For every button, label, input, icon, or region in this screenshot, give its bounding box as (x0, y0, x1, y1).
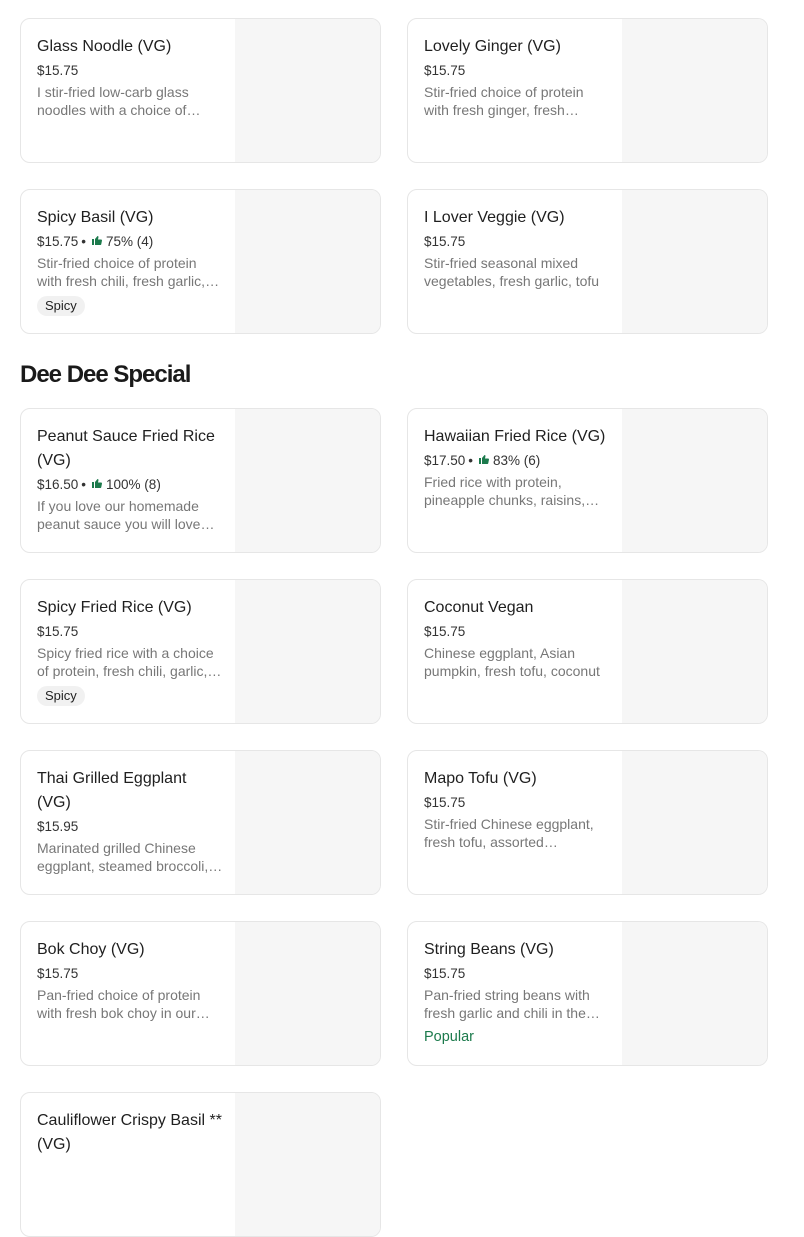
menu-item-description: Chinese eggplant, Asian pumpkin, fresh t… (424, 645, 600, 679)
menu-item-description: Pan-fried string beans with fresh garlic… (424, 987, 590, 1021)
menu-item-image (235, 580, 380, 723)
menu-item-image (622, 409, 767, 552)
menu-item-meta: $15.75 (37, 964, 223, 984)
menu-item-body: Bok Choy (VG) $15.75 Pan-fried choice of p… (37, 938, 223, 1022)
menu-item-image (235, 1093, 380, 1236)
menu-item-card[interactable]: Lovely Ginger (VG) $15.75 Stir-fried choic… (407, 18, 768, 163)
menu-item-description: Fried rice with protein, pineapple chunk… (424, 474, 586, 508)
menu-item-price: $15.75 (424, 966, 466, 981)
menu-item-rating: 75% (4) (106, 234, 154, 249)
menu-item-card[interactable]: Glass Noodle (VG) $15.75 I stir-fried low-… (20, 18, 381, 163)
menu-item-body: Peanut Sauce Fried Rice (VG) $16.50 • 100% … (37, 425, 223, 533)
menu-item-price: $15.75 (37, 966, 79, 981)
menu-item-card[interactable]: String Beans (VG) $15.75 Pan-fried string … (407, 921, 768, 1066)
menu-item-card[interactable]: Hawaiian Fried Rice (VG) $17.50 • 83% (6) Fr… (407, 408, 768, 553)
menu-item-image (235, 190, 380, 333)
menu-item-meta: $17.50 • 83% (6) (424, 451, 610, 471)
menu-item-description: I stir-fried low-carb glass noodles with… (37, 84, 189, 118)
menu-item-card[interactable]: Cauliflower Crispy Basil **(VG) (20, 1092, 381, 1237)
separator-dot: • (468, 453, 474, 468)
menu-item-title: I Lover Veggie (VG) (424, 209, 565, 226)
menu-item-body: Glass Noodle (VG) $15.75 I stir-fried low-… (37, 35, 223, 119)
menu-item-card[interactable]: Thai Grilled Eggplant (VG) $15.95 Marinate… (20, 750, 381, 895)
menu-item-body: Spicy Fried Rice (VG) $15.75 Spicy fried r… (37, 596, 223, 706)
menu-item-meta: $15.75 (424, 61, 610, 81)
spicy-badge: Spicy (37, 686, 85, 706)
menu-item-title: Lovely Ginger (VG) (424, 38, 561, 55)
menu-item-meta: $15.75 (424, 622, 610, 642)
menu-item-image (235, 751, 380, 894)
menu-item-image (235, 409, 380, 552)
spicy-badge: Spicy (37, 296, 85, 316)
thumbs-up-icon (91, 475, 103, 495)
menu-item-card[interactable]: Peanut Sauce Fried Rice (VG) $16.50 • 100% … (20, 408, 381, 553)
thumbs-up-icon (91, 232, 103, 252)
menu-item-description: Stir-fried seasonal mixed vegetables, fr… (424, 255, 600, 289)
menu-item-title: Coconut Vegan (424, 599, 534, 616)
menu-item-description: Pan-fried choice of protein with fresh b… (37, 987, 201, 1021)
menu-item-body: Coconut Vegan $15.75 Chinese eggplant, Asi… (424, 596, 610, 680)
menu-item-meta: $15.75 (37, 61, 223, 81)
menu-item-body: I Lover Veggie (VG) $15.75 Stir-fried seas… (424, 206, 610, 290)
menu-item-title: Spicy Fried Rice (VG) (37, 599, 192, 616)
separator-dot: • (81, 234, 87, 249)
menu-item-title: Glass Noodle (VG) (37, 38, 172, 55)
thumbs-up-icon (478, 451, 490, 471)
menu-item-body: Mapo Tofu (VG) $15.75 Stir-fried Chinese e… (424, 767, 610, 851)
menu-item-price: $17.50 (424, 453, 466, 468)
menu-item-description: If you love our homemade peanut sauce yo… (37, 498, 201, 532)
menu-item-description: Spicy fried rice with a choice of protei… (37, 645, 214, 679)
menu-item-meta: $15.75 • 75% (4) (37, 232, 223, 252)
menu-item-image (235, 922, 380, 1065)
menu-item-card[interactable]: Bok Choy (VG) $15.75 Pan-fried choice of p… (20, 921, 381, 1066)
menu-item-description: Stir-fried Chinese eggplant, fresh tofu,… (424, 816, 594, 850)
menu-item-title: String Beans (VG) (424, 941, 554, 958)
menu-item-meta: $15.95 (37, 817, 223, 837)
menu-item-meta: $15.75 (424, 964, 610, 984)
menu-item-card[interactable]: Coconut Vegan $15.75 Chinese eggplant, Asi… (407, 579, 768, 724)
menu-item-body: Lovely Ginger (VG) $15.75 Stir-fried choic… (424, 35, 610, 119)
menu-item-rating: 83% (6) (493, 453, 541, 468)
menu-item-image (235, 19, 380, 162)
menu-item-rating: 100% (8) (106, 477, 161, 492)
menu-item-title: Hawaiian Fried Rice (VG) (424, 428, 606, 445)
menu-item-title: Spicy Basil (VG) (37, 209, 154, 226)
menu-item-body: Hawaiian Fried Rice (VG) $17.50 • 83% (6) Fr… (424, 425, 610, 509)
menu-item-title: Bok Choy (VG) (37, 941, 145, 958)
menu-item-card[interactable]: I Lover Veggie (VG) $15.75 Stir-fried seas… (407, 189, 768, 334)
menu-item-price: $15.75 (424, 795, 466, 810)
menu-item-meta: $15.75 (424, 793, 610, 813)
menu-item-description: Marinated grilled Chinese eggplant, stea… (37, 840, 209, 874)
menu-item-image (622, 19, 767, 162)
menu-item-title: Thai Grilled Eggplant (VG) (37, 770, 187, 811)
menu-item-description: Stir-fried choice of protein with fresh … (37, 255, 206, 289)
menu-item-meta: $15.75 (37, 622, 223, 642)
menu-item-price: $15.75 (37, 234, 79, 249)
menu-item-title: Peanut Sauce Fried Rice (VG) (37, 428, 215, 469)
menu-item-price: $16.50 (37, 477, 79, 492)
menu-item-card[interactable]: Spicy Fried Rice (VG) $15.75 Spicy fried r… (20, 579, 381, 724)
menu-item-body: Thai Grilled Eggplant (VG) $15.95 Marinate… (37, 767, 223, 875)
menu-item-title: Mapo Tofu (VG) (424, 770, 537, 787)
menu-item-price: $15.75 (424, 234, 466, 249)
popular-label: Popular (424, 1029, 474, 1045)
menu-item-price: $15.75 (37, 63, 79, 78)
menu-item-image (622, 580, 767, 723)
menu-item-body: String Beans (VG) $15.75 Pan-fried string … (424, 938, 610, 1047)
section-title: Dee Dee Special (20, 361, 191, 388)
menu-item-price: $15.75 (37, 624, 79, 639)
menu-item-body: Spicy Basil (VG) $15.75 • 75% (4) Stir-fried… (37, 206, 223, 316)
menu-item-image (622, 751, 767, 894)
menu-item-meta: $16.50 • 100% (8) (37, 475, 223, 495)
menu-item-card[interactable]: Mapo Tofu (VG) $15.75 Stir-fried Chinese e… (407, 750, 768, 895)
menu-item-price: $15.75 (424, 63, 466, 78)
menu-item-meta: $15.75 (424, 232, 610, 252)
menu-item-card[interactable]: Spicy Basil (VG) $15.75 • 75% (4) Stir-fried… (20, 189, 381, 334)
menu-item-image (622, 190, 767, 333)
menu-item-description: Stir-fried choice of protein with fresh … (424, 84, 584, 118)
menu-item-price: $15.75 (424, 624, 466, 639)
separator-dot: • (81, 477, 87, 492)
menu-item-price: $15.95 (37, 819, 79, 834)
menu-item-image (622, 922, 767, 1065)
